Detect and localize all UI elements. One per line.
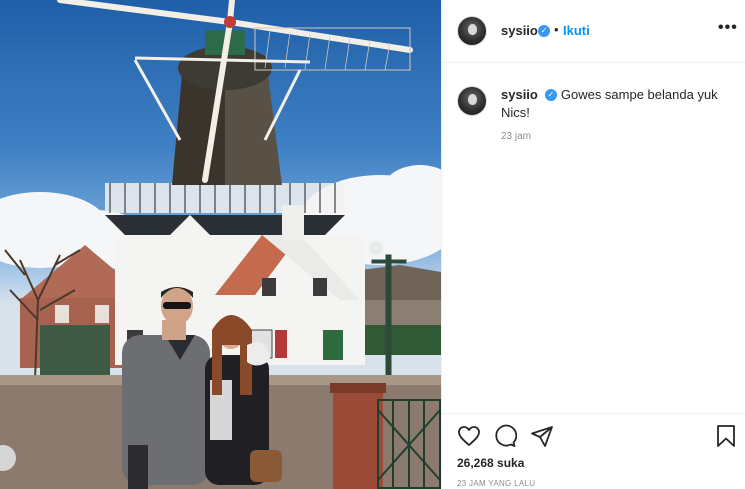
separator-dot: •: [554, 22, 559, 37]
caption-body: sysiio ✓ Gowes sampe belanda yuk Nics!: [501, 86, 729, 122]
verified-badge-icon: ✓: [538, 25, 550, 37]
comment-username[interactable]: sysiio: [501, 87, 538, 102]
likes-count[interactable]: 26,268 suka: [457, 456, 524, 470]
post-photo[interactable]: [0, 0, 441, 489]
bookmark-icon[interactable]: [714, 424, 738, 448]
post-actions: 26,268 suka 23 JAM YANG LALU: [442, 413, 745, 489]
comment-avatar[interactable]: [457, 86, 487, 116]
comment-bubble-icon[interactable]: [493, 424, 518, 448]
comment-timestamp[interactable]: 23 jam: [501, 131, 531, 142]
author-avatar[interactable]: [457, 16, 487, 46]
post-timestamp[interactable]: 23 JAM YANG LALU: [457, 479, 535, 488]
more-options-button[interactable]: •••: [718, 19, 738, 37]
follow-button[interactable]: Ikuti: [563, 23, 590, 38]
comment-verified-badge-icon: ✓: [544, 88, 557, 101]
windmill-photo-illustration: [0, 0, 441, 489]
paper-plane-icon[interactable]: [530, 424, 554, 448]
post-side-panel: sysiio ✓ • Ikuti ••• sysiio ✓ Gowes sampe …: [441, 0, 745, 489]
post-header: sysiio ✓ • Ikuti •••: [442, 0, 745, 63]
green-fence: [40, 325, 110, 380]
brick-pillar: [333, 388, 383, 489]
heart-icon[interactable]: [457, 424, 481, 448]
author-username[interactable]: sysiio: [501, 23, 538, 38]
